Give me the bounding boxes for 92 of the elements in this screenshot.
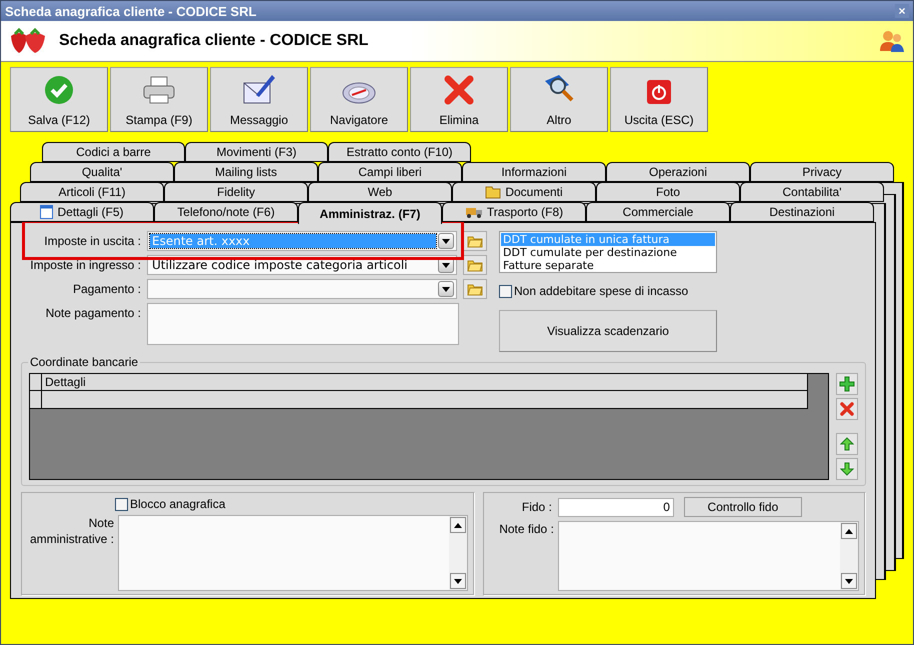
truck-icon	[464, 205, 483, 219]
toolbar-button[interactable]: Salva (F12)	[10, 67, 108, 132]
folder-icon	[485, 185, 502, 199]
caret-icon	[845, 528, 853, 534]
list-item[interactable]: Fatture separate	[501, 259, 715, 272]
tab[interactable]: Foto	[596, 182, 740, 202]
down-arrow-icon	[840, 462, 854, 476]
tab[interactable]: Informazioni	[462, 162, 606, 182]
group-title: Coordinate bancarie	[28, 355, 140, 369]
toolbar-button[interactable]: Navigatore	[310, 67, 408, 132]
tab[interactable]: Privacy	[750, 162, 894, 182]
checkbox[interactable]	[499, 284, 512, 298]
toolbar-button[interactable]: Uscita (ESC)	[610, 67, 708, 132]
close-button[interactable]: ×	[895, 4, 909, 18]
folder-button[interactable]	[463, 255, 487, 275]
tab[interactable]: Articoli (F11)	[20, 182, 164, 202]
dropdown-field[interactable]	[147, 279, 458, 299]
folder-button[interactable]	[463, 231, 487, 251]
compass-icon	[342, 81, 376, 105]
list-item[interactable]: DDT cumulate per destinazione	[501, 246, 715, 259]
field-label: Fido :	[520, 499, 552, 515]
scroll-up-button[interactable]	[841, 523, 857, 539]
folder-button[interactable]	[463, 279, 487, 299]
header-title: Scheda anagrafica cliente - CODICE SRL	[59, 32, 370, 50]
caret-icon	[442, 286, 450, 292]
caret-icon	[442, 262, 450, 268]
move-up-button[interactable]	[836, 433, 858, 455]
toolbar-button[interactable]: Messaggio	[210, 67, 308, 132]
checkmark-icon	[44, 75, 74, 105]
delete-button[interactable]	[836, 398, 858, 420]
toolbar-button[interactable]: Stampa (F9)	[110, 67, 208, 132]
tab[interactable]: Amministraz. (F7)	[298, 202, 442, 224]
tab[interactable]: Operazioni	[606, 162, 750, 182]
credit-field[interactable]: 0	[558, 498, 674, 516]
tab[interactable]: Commerciale	[586, 202, 730, 222]
x-icon	[444, 75, 474, 105]
toolbar-button[interactable]: Altro	[510, 67, 608, 132]
field-label: Note pagamento :	[44, 305, 141, 322]
scroll-down-button[interactable]	[841, 573, 857, 589]
move-down-button[interactable]	[836, 458, 858, 480]
field-label: Pagamento :	[72, 281, 141, 298]
folder-icon	[467, 234, 484, 248]
field-label: Imposte in uscita :	[43, 233, 141, 250]
dropdown-button[interactable]	[438, 233, 454, 249]
tab[interactable]: Documenti	[452, 182, 596, 202]
checkbox[interactable]	[115, 498, 128, 510]
schedule-button[interactable]: Visualizza scadenzario	[499, 310, 717, 352]
tab[interactable]: Movimenti (F3)	[185, 142, 328, 162]
tab[interactable]: Destinazioni	[730, 202, 874, 222]
caret-icon	[454, 522, 462, 528]
column-header: Dettagli	[44, 374, 86, 390]
printer-icon	[142, 75, 176, 105]
notes-field[interactable]	[147, 303, 459, 345]
tab[interactable]: Web	[308, 182, 452, 202]
caret-icon	[454, 578, 462, 584]
x-icon	[840, 402, 854, 416]
scroll-up-button[interactable]	[450, 517, 466, 533]
notes-field[interactable]	[558, 521, 859, 591]
envelope-pen-icon	[242, 73, 276, 105]
tab[interactable]: Mailing lists	[174, 162, 318, 182]
caret-icon	[845, 578, 853, 584]
invoice-mode-list[interactable]: DDT cumulate in unica fattura DDT cumulate per destinazione Fatture separate	[499, 231, 717, 273]
tab[interactable]: Qualita'	[30, 162, 174, 182]
folder-icon	[467, 282, 484, 296]
tab[interactable]: Codici a barre	[42, 142, 185, 162]
add-button[interactable]	[836, 373, 858, 395]
tab[interactable]: Estratto conto (F10)	[328, 142, 471, 162]
window-title: Scheda anagrafica cliente - CODICE SRL	[5, 4, 256, 18]
up-arrow-icon	[840, 437, 854, 451]
caret-icon	[442, 238, 450, 244]
toolbar-button[interactable]: Elimina	[410, 67, 508, 132]
field-label: Note amministrative :	[28, 515, 114, 547]
plus-icon	[839, 376, 855, 392]
users-icon[interactable]	[879, 29, 905, 53]
field-label: Note fido :	[498, 521, 554, 537]
tab[interactable]: Dettagli (F5)	[10, 202, 154, 222]
tab[interactable]: Fidelity	[164, 182, 308, 202]
checkbox-label: Non addebitare spese di incasso	[514, 284, 688, 298]
tab[interactable]: Campi liberi	[318, 162, 462, 182]
tab[interactable]: Contabilita'	[740, 182, 884, 202]
checkbox-label: Blocco anagrafica	[130, 497, 226, 511]
folder-icon	[467, 258, 484, 272]
credit-check-button[interactable]: Controllo fido	[684, 497, 802, 517]
scroll-down-button[interactable]	[450, 573, 466, 589]
tab[interactable]: Telefono/note (F6)	[154, 202, 298, 222]
notes-field[interactable]	[118, 515, 468, 591]
dropdown-button[interactable]	[438, 281, 454, 297]
field-label: Imposte in ingresso :	[29, 257, 141, 274]
calendar-icon	[40, 205, 54, 219]
power-icon	[646, 79, 672, 105]
strawberries-icon	[9, 28, 47, 54]
tab[interactable]: Trasporto (F8)	[442, 202, 586, 222]
